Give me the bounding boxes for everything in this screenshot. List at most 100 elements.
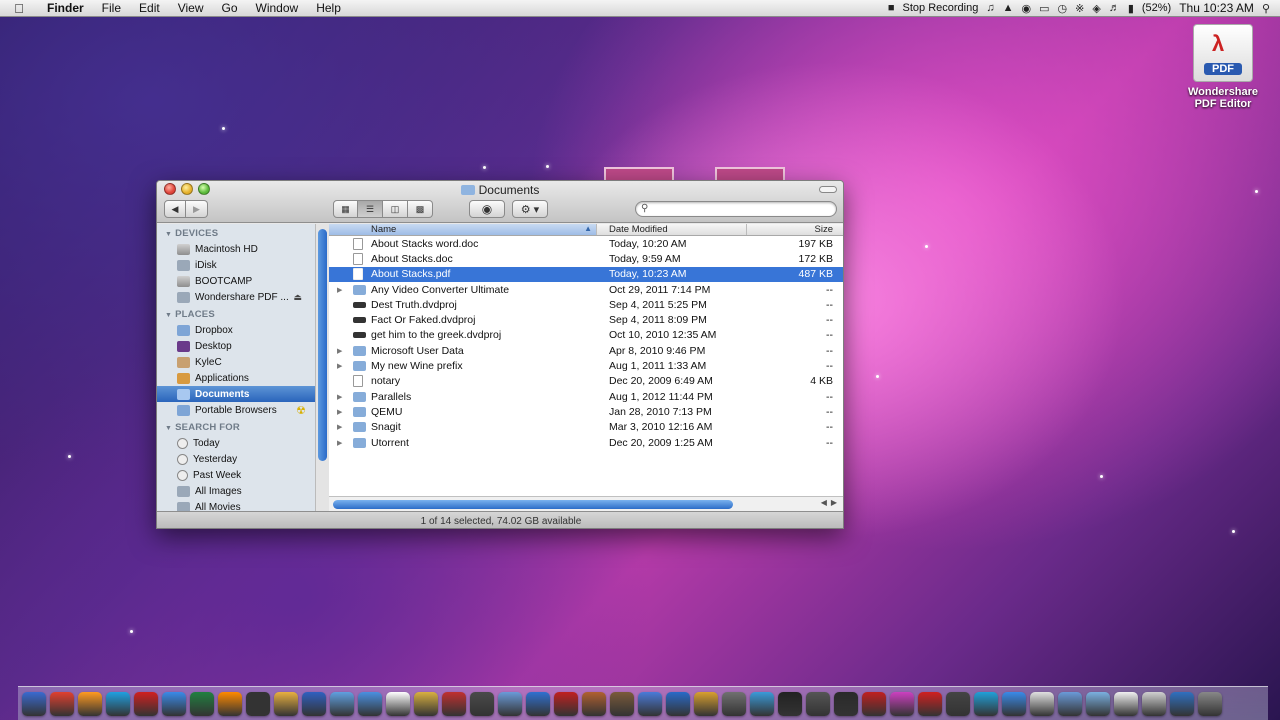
dock-app-icon[interactable] <box>470 691 494 716</box>
table-row[interactable]: ▶ Snagit Mar 3, 2010 12:16 AM -- <box>329 420 843 435</box>
table-row[interactable]: notary Dec 20, 2009 6:49 AM 4 KB <box>329 374 843 389</box>
menu-window[interactable]: Window <box>247 1 308 15</box>
sidebar-item-all-movies[interactable]: All Movies <box>157 499 316 511</box>
sidebar-item-desktop[interactable]: Desktop <box>157 338 316 354</box>
sidebar-item-dropbox[interactable]: Dropbox <box>157 322 316 338</box>
time-machine-icon[interactable]: ◷ <box>1058 2 1068 15</box>
column-view-button[interactable]: ◫ <box>383 200 408 218</box>
dock-app-icon[interactable] <box>442 691 466 716</box>
sidebar-item-bootcamp[interactable]: BOOTCAMP <box>157 273 316 289</box>
dock-app-icon[interactable] <box>50 691 74 716</box>
sidebar-item-wondershare[interactable]: Wondershare PDF ... ⏏ <box>157 289 316 305</box>
forward-button[interactable]: ▶ <box>186 200 208 218</box>
coverflow-view-button[interactable]: ▩ <box>408 200 433 218</box>
menu-finder[interactable]: Finder <box>38 1 93 15</box>
table-row[interactable]: Fact Or Faked.dvdproj Sep 4, 2011 8:09 PM… <box>329 312 843 327</box>
stop-recording-icon[interactable]: ■ <box>888 2 895 14</box>
menu-go[interactable]: Go <box>213 1 247 15</box>
table-row[interactable]: ▶ Utorrent Dec 20, 2009 1:25 AM -- <box>329 435 843 450</box>
dock-app-icon[interactable] <box>554 691 578 716</box>
sidebar-header-devices[interactable]: ▼ DEVICES <box>157 224 316 241</box>
dock-app-icon[interactable] <box>330 691 354 716</box>
skype-status-icon[interactable]: ◉ <box>1022 2 1032 15</box>
title-bar[interactable]: Documents ◀ ▶ ▦ ☰ ◫ ▩ ◉ ⚙ ▾ ⚲ <box>157 181 843 223</box>
dock-app-icon[interactable] <box>134 691 158 716</box>
bluetooth-icon[interactable]: ※ <box>1075 2 1084 15</box>
menu-clock[interactable]: Thu 10:23 AM <box>1179 1 1254 15</box>
back-button[interactable]: ◀ <box>164 200 186 218</box>
menu-help[interactable]: Help <box>307 1 350 15</box>
battery-icon[interactable]: ▮ <box>1128 2 1134 15</box>
dock-app-icon[interactable] <box>302 691 326 716</box>
dock-app-icon[interactable] <box>1114 691 1138 716</box>
table-row[interactable]: Dest Truth.dvdproj Sep 4, 2011 5:25 PM -- <box>329 297 843 312</box>
dock-app-icon[interactable] <box>414 691 438 716</box>
desktop-icon-wondershare[interactable]: λ PDF Wondershare PDF Editor <box>1180 24 1266 110</box>
dock-app-icon[interactable] <box>1170 691 1194 716</box>
dock-app-icon[interactable] <box>638 691 662 716</box>
dock-app-icon[interactable] <box>974 691 998 716</box>
dock-app-icon[interactable] <box>498 691 522 716</box>
table-row[interactable]: About Stacks.pdf Today, 10:23 AM 487 KB <box>329 266 843 282</box>
dock-app-icon[interactable] <box>358 691 382 716</box>
sidebar-item-macintosh-hd[interactable]: Macintosh HD <box>157 241 316 257</box>
dock-app-icon[interactable] <box>1030 691 1054 716</box>
menu-view[interactable]: View <box>169 1 213 15</box>
sidebar-item-portable-browsers[interactable]: Portable Browsers ☢ <box>157 402 316 418</box>
scroll-thumb[interactable] <box>318 229 327 461</box>
dock-app-icon[interactable] <box>246 691 270 716</box>
dock-app-icon[interactable] <box>694 691 718 716</box>
dock-app-icon[interactable] <box>806 691 830 716</box>
dock-app-icon[interactable] <box>610 691 634 716</box>
table-row[interactable]: get him to the greek.dvdproj Oct 10, 2010… <box>329 328 843 343</box>
sidebar-item-past-week[interactable]: Past Week <box>157 467 316 483</box>
sidebar-item-yesterday[interactable]: Yesterday <box>157 451 316 467</box>
dock-app-icon[interactable] <box>386 691 410 716</box>
dock-app-icon[interactable] <box>778 691 802 716</box>
menu-edit[interactable]: Edit <box>130 1 169 15</box>
eject-icon[interactable]: ⏏ <box>293 292 302 303</box>
dock-app-icon[interactable] <box>1198 691 1222 716</box>
dock-app-icon[interactable] <box>218 691 242 716</box>
sidebar-item-idisk[interactable]: iDisk <box>157 257 316 273</box>
dock-app-icon[interactable] <box>890 691 914 716</box>
apple-menu-icon[interactable]:  <box>0 1 38 16</box>
hat-icon[interactable]: ▲ <box>1003 2 1014 14</box>
dock-app-icon[interactable] <box>78 691 102 716</box>
sidebar-item-documents[interactable]: Documents <box>157 386 316 402</box>
dock-app-icon[interactable] <box>22 691 46 716</box>
quick-look-button[interactable]: ◉ <box>469 200 505 218</box>
toolbar-toggle-button[interactable] <box>819 186 837 193</box>
column-header-date[interactable]: Date Modified <box>597 224 747 235</box>
dock-app-icon[interactable] <box>666 691 690 716</box>
headphones-icon[interactable]: ♫ <box>986 2 994 14</box>
dock-app-icon[interactable] <box>274 691 298 716</box>
scroll-arrows-icon[interactable]: ◀▶ <box>821 498 841 507</box>
battery-percent[interactable]: (52%) <box>1142 2 1171 14</box>
column-header-size[interactable]: Size <box>747 224 843 235</box>
sidebar-item-kylec[interactable]: KyleC <box>157 354 316 370</box>
display-icon[interactable]: ▭ <box>1039 2 1049 15</box>
sidebar-header-search[interactable]: ▼ SEARCH FOR <box>157 418 316 435</box>
wifi-icon[interactable]: ◈ <box>1092 2 1100 15</box>
dock-app-icon[interactable] <box>1086 691 1110 716</box>
sidebar-item-applications[interactable]: Applications <box>157 370 316 386</box>
list-view-button[interactable]: ☰ <box>358 200 383 218</box>
dock-app-icon[interactable] <box>190 691 214 716</box>
dock-app-icon[interactable] <box>1058 691 1082 716</box>
dock-app-icon[interactable] <box>1142 691 1166 716</box>
sidebar-item-all-images[interactable]: All Images <box>157 483 316 499</box>
action-menu-button[interactable]: ⚙ ▾ <box>512 200 548 218</box>
sidebar-header-places[interactable]: ▼ PLACES <box>157 305 316 322</box>
icon-view-button[interactable]: ▦ <box>333 200 358 218</box>
table-row[interactable]: ▶ Parallels Aug 1, 2012 11:44 PM -- <box>329 389 843 404</box>
dock-app-icon[interactable] <box>946 691 970 716</box>
table-row[interactable]: ▶ Microsoft User Data Apr 8, 2010 9:46 PM -… <box>329 343 843 358</box>
table-row[interactable]: About Stacks.doc Today, 9:59 AM 172 KB <box>329 251 843 266</box>
dock-app-icon[interactable] <box>750 691 774 716</box>
stop-recording-label[interactable]: Stop Recording <box>903 2 979 14</box>
sidebar-item-today[interactable]: Today <box>157 435 316 451</box>
scroll-thumb[interactable] <box>333 500 733 509</box>
volume-icon[interactable]: ♬ <box>1109 2 1120 14</box>
search-field[interactable]: ⚲ <box>635 201 837 217</box>
